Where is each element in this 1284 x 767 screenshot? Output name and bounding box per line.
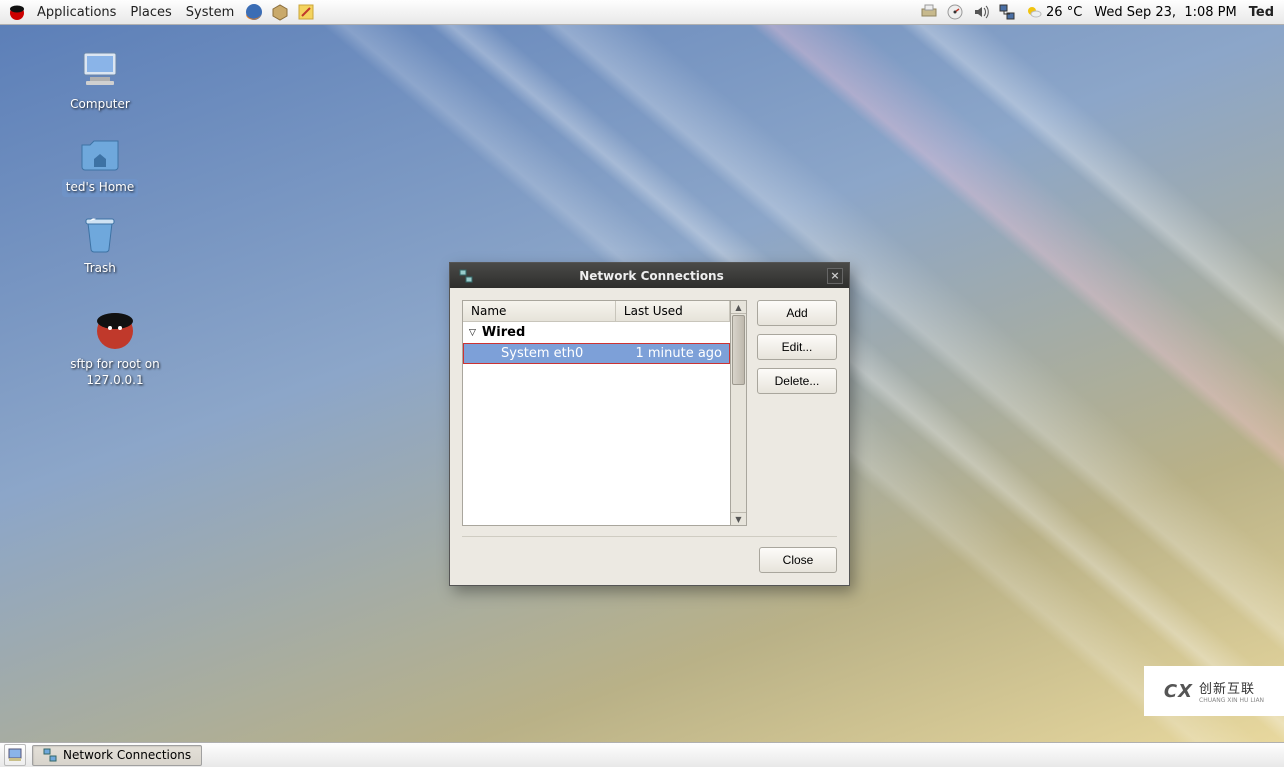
notes-icon[interactable]: [295, 1, 317, 23]
sftp-location-icon: [91, 305, 139, 353]
clock-time: 1:08 PM: [1184, 5, 1236, 20]
edit-button[interactable]: Edit...: [757, 334, 837, 360]
scroll-up-arrow-icon[interactable]: ▲: [731, 301, 746, 314]
group-label: Wired: [482, 325, 525, 340]
menu-system[interactable]: System: [179, 3, 241, 22]
desktop-area[interactable]: Computer ted's Home Trash sftp for root …: [0, 25, 1284, 742]
desktop-icon-trash[interactable]: Trash: [45, 209, 155, 277]
watermark-sub: CHUANG XIN HU LIAN: [1199, 697, 1264, 704]
weather-applet[interactable]: 26 °C: [1020, 4, 1088, 20]
home-folder-icon: [76, 127, 124, 175]
desktop-icon-label: Trash: [45, 261, 155, 277]
firefox-icon[interactable]: [243, 1, 265, 23]
show-desktop-icon: [8, 748, 22, 762]
trash-icon: [76, 209, 124, 257]
close-button[interactable]: Close: [759, 547, 837, 573]
list-header: Name Last Used: [463, 301, 730, 322]
dialog-titlebar[interactable]: Network Connections ×: [450, 263, 849, 288]
distro-icon[interactable]: [6, 1, 28, 23]
top-panel: Applications Places System 26 °C Wed Sep…: [0, 0, 1284, 25]
weather-temp: 26 °C: [1046, 5, 1082, 20]
clock-date: Wed Sep 23,: [1094, 5, 1176, 20]
desktop-icon-home[interactable]: ted's Home: [45, 127, 155, 197]
desktop-icon-computer[interactable]: Computer: [45, 45, 155, 113]
dialog-title: Network Connections: [476, 269, 827, 283]
column-last-used[interactable]: Last Used: [616, 301, 730, 321]
menu-applications[interactable]: Applications: [30, 3, 123, 22]
show-desktop-button[interactable]: [4, 744, 26, 766]
network-task-icon: [43, 748, 57, 762]
package-updater-icon[interactable]: [269, 1, 291, 23]
clock-applet[interactable]: Wed Sep 23, 1:08 PM: [1088, 5, 1242, 20]
connection-name: System eth0: [463, 346, 630, 361]
desktop-icon-sftp[interactable]: sftp for root on 127.0.0.1: [45, 305, 185, 388]
connection-row[interactable]: System eth0 1 minute ago: [463, 343, 730, 364]
desktop-icon-label: ted's Home: [62, 179, 139, 197]
menu-places[interactable]: Places: [123, 3, 178, 22]
add-button[interactable]: Add: [757, 300, 837, 326]
desktop-icon-label: sftp for root on 127.0.0.1: [45, 357, 185, 388]
bottom-panel: Network Connections: [0, 742, 1284, 767]
expand-triangle-icon: ▽: [469, 328, 476, 338]
weather-icon: [1026, 4, 1042, 20]
printer-tray-icon[interactable]: [918, 1, 940, 23]
connections-list[interactable]: Name Last Used ▽ Wired System eth0 1 min…: [462, 300, 731, 526]
column-name[interactable]: Name: [463, 301, 616, 321]
list-scrollbar[interactable]: ▲ ▼: [731, 300, 747, 526]
computer-icon: [76, 45, 124, 93]
task-label: Network Connections: [63, 748, 191, 762]
taskbar-task[interactable]: Network Connections: [32, 745, 202, 766]
volume-icon[interactable]: [970, 1, 992, 23]
dialog-close-button[interactable]: ×: [827, 268, 843, 284]
user-menu[interactable]: Ted: [1243, 5, 1280, 20]
connection-last-used: 1 minute ago: [630, 346, 730, 361]
delete-button[interactable]: Delete...: [757, 368, 837, 394]
group-wired[interactable]: ▽ Wired: [463, 322, 730, 343]
desktop-icon-label: Computer: [45, 97, 155, 113]
scroll-thumb[interactable]: [732, 315, 745, 385]
scroll-down-arrow-icon[interactable]: ▼: [731, 512, 746, 525]
network-connections-dialog: Network Connections × Name Last Used ▽ W…: [449, 262, 850, 586]
cpu-temp-icon[interactable]: [944, 1, 966, 23]
network-tray-icon[interactable]: [996, 1, 1018, 23]
network-dialog-icon: [458, 268, 474, 284]
watermark-brand: 创新互联: [1199, 678, 1264, 697]
watermark: CX 创新互联 CHUANG XIN HU LIAN: [1144, 666, 1284, 716]
